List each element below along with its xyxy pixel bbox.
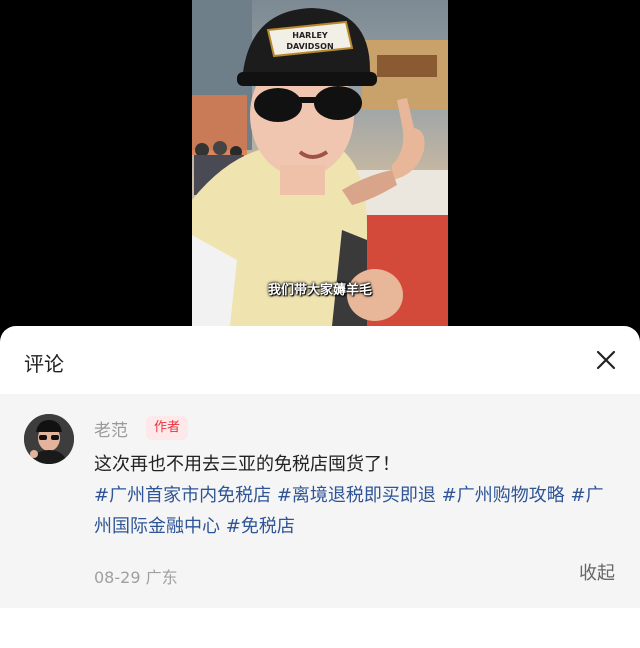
comment-tags: #广州首家市内免税店 #离境退税即买即退 #广州购物攻略 #广州国际金融中心 #… [94,480,618,542]
video-player[interactable]: HARLEY DAVIDSON 我们带大家薅羊毛 [0,0,640,326]
comment-text: 这次再也不用去三亚的免税店囤货了！ #广州首家市内免税店 #离境退税即买即退 #… [94,449,618,542]
comment-text-line: 这次再也不用去三亚的免税店囤货了！ [94,454,400,475]
comment-username[interactable]: 老范 [94,416,128,441]
svg-text:DAVIDSON: DAVIDSON [286,42,333,51]
author-badge: 作者 [146,416,189,440]
close-icon [596,350,616,370]
hashtag-link[interactable]: #离境退税即买即退 [277,485,436,506]
svg-text:HARLEY: HARLEY [292,31,328,40]
comment-meta: 08-29 广东 [94,564,178,588]
collapse-button[interactable]: 收起 [579,559,615,585]
comment-location: 广东 [145,568,178,587]
video-frame[interactable]: HARLEY DAVIDSON 我们带大家薅羊毛 [192,0,448,326]
video-scene-image: HARLEY DAVIDSON [192,0,448,326]
hashtag-link[interactable]: #广州首家市内免税店 [94,485,271,506]
avatar[interactable] [24,414,74,464]
comments-panel: 评论 老范 作者 这次再也不用去三亚的免税店囤货了！ #广州首家市内免税店 #离… [0,326,640,648]
comment-date: 08-29 [94,568,141,587]
hashtag-link[interactable]: #广州购物攻略 [442,485,565,506]
hashtag-link[interactable]: #免税店 [226,516,295,537]
video-caption: 我们带大家薅羊毛 [267,283,372,298]
comments-panel-title: 评论 [24,352,64,376]
close-button[interactable] [594,348,618,372]
comment-item: 老范 作者 这次再也不用去三亚的免税店囤货了！ #广州首家市内免税店 #离境退税… [0,394,640,608]
